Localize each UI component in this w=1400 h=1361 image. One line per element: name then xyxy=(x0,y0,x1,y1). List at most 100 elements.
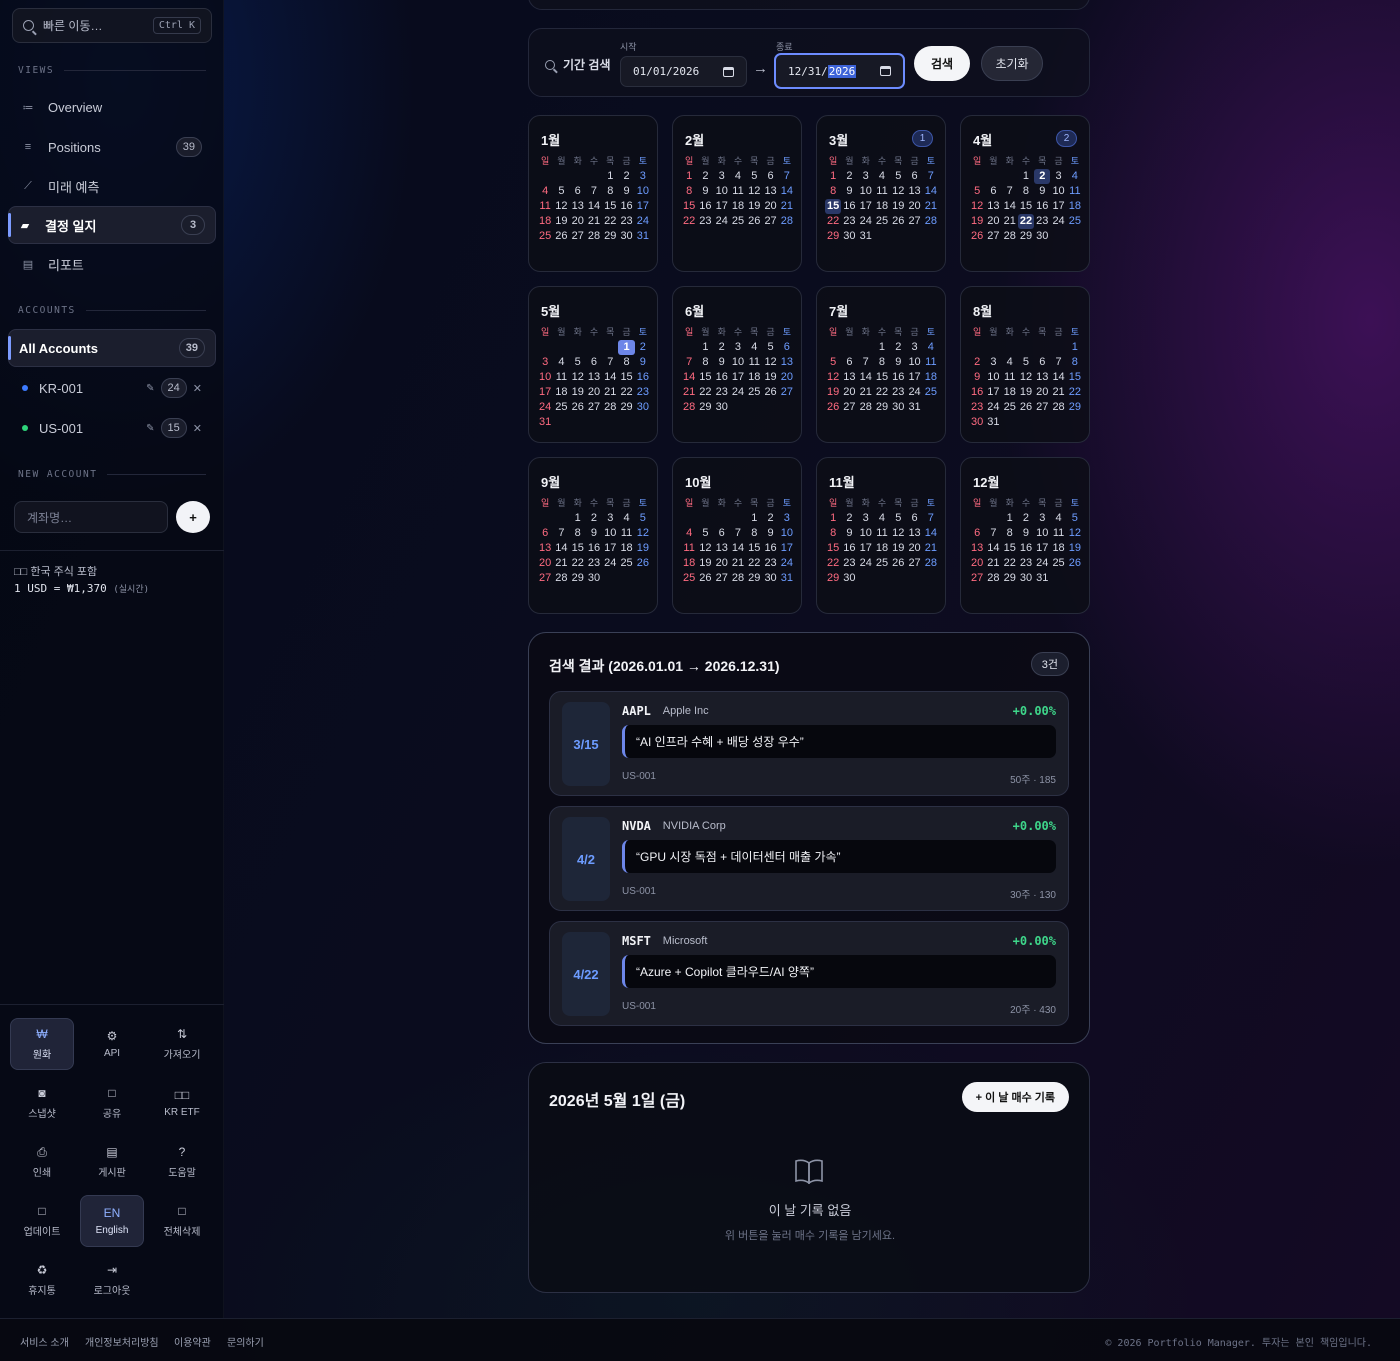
calendar-day[interactable]: 2 xyxy=(890,340,906,355)
calendar-day[interactable]: 28 xyxy=(923,214,939,229)
calendar-day[interactable]: 11 xyxy=(1050,526,1066,541)
calendar-day[interactable]: 7 xyxy=(923,511,939,526)
calendar-day[interactable]: 12 xyxy=(762,355,778,370)
calendar-day[interactable]: 8 xyxy=(570,526,586,541)
calendar-day[interactable]: 22 xyxy=(825,556,841,571)
calendar-day[interactable]: 13 xyxy=(586,370,602,385)
calendar-day[interactable]: 22 xyxy=(874,385,890,400)
calendar-day[interactable]: 21 xyxy=(858,385,874,400)
calendar-day[interactable]: 8 xyxy=(1002,526,1018,541)
calendar-day[interactable]: 26 xyxy=(1067,556,1083,571)
calendar-day[interactable]: 28 xyxy=(1002,229,1018,244)
calendar-day[interactable]: 23 xyxy=(890,385,906,400)
tool-button-help[interactable]: ? 도움말 xyxy=(150,1136,214,1188)
calendar-day[interactable]: 18 xyxy=(730,199,746,214)
calendar-day[interactable]: 13 xyxy=(906,526,922,541)
calendar-day[interactable]: 23 xyxy=(697,214,713,229)
calendar-day[interactable]: 29 xyxy=(874,400,890,415)
calendar-day[interactable]: 18 xyxy=(618,541,634,556)
calendar-day[interactable]: 19 xyxy=(553,214,569,229)
calendar-day[interactable]: 19 xyxy=(635,541,651,556)
calendar-day[interactable]: 12 xyxy=(1067,526,1083,541)
calendar-day[interactable]: 1 xyxy=(681,169,697,184)
calendar-day[interactable]: 25 xyxy=(1002,400,1018,415)
calendar-day[interactable]: 12 xyxy=(1018,370,1034,385)
calendar-day[interactable]: 9 xyxy=(697,184,713,199)
calendar-day[interactable]: 16 xyxy=(635,370,651,385)
footer-link-terms[interactable]: 이용약관 xyxy=(174,1334,211,1349)
calendar-day[interactable]: 16 xyxy=(714,370,730,385)
calendar-day[interactable]: 28 xyxy=(586,229,602,244)
calendar-day[interactable]: 31 xyxy=(635,229,651,244)
calendar-day[interactable]: 20 xyxy=(570,214,586,229)
calendar-day[interactable]: 27 xyxy=(586,400,602,415)
tool-button-gear[interactable]: ⚙ API xyxy=(80,1018,144,1070)
calendar-day[interactable]: 14 xyxy=(553,541,569,556)
calendar-day[interactable]: 9 xyxy=(762,526,778,541)
calendar-day[interactable]: 2 xyxy=(635,340,651,355)
calendar-day[interactable]: 5 xyxy=(890,169,906,184)
calendar-day[interactable]: 15 xyxy=(618,370,634,385)
calendar-day[interactable]: 16 xyxy=(841,199,857,214)
calendar-day[interactable]: 31 xyxy=(906,400,922,415)
calendar-day[interactable]: 5 xyxy=(746,169,762,184)
calendar-day[interactable]: 4 xyxy=(1067,169,1083,184)
quick-search-input[interactable]: 빠른 이동… Ctrl K xyxy=(12,8,212,43)
calendar-day[interactable]: 12 xyxy=(635,526,651,541)
tool-button-logout[interactable]: ⇥ 로그아웃 xyxy=(80,1254,144,1306)
calendar-day[interactable]: 14 xyxy=(681,370,697,385)
calendar-day[interactable]: 24 xyxy=(635,214,651,229)
calendar-day[interactable]: 30 xyxy=(841,229,857,244)
calendar-day[interactable]: 18 xyxy=(537,214,553,229)
calendar-day[interactable]: 31 xyxy=(985,415,1001,430)
calendar-day[interactable]: 17 xyxy=(858,199,874,214)
calendar-day[interactable]: 17 xyxy=(714,199,730,214)
calendar-day[interactable]: 30 xyxy=(618,229,634,244)
edit-icon[interactable]: ✎ xyxy=(146,383,154,394)
calendar-day[interactable]: 30 xyxy=(635,400,651,415)
calendar-day[interactable]: 5 xyxy=(762,340,778,355)
calendar-day[interactable]: 5 xyxy=(1018,355,1034,370)
calendar-day[interactable]: 1 xyxy=(602,169,618,184)
calendar-day[interactable]: 5 xyxy=(635,511,651,526)
calendar-day[interactable]: 4 xyxy=(1050,511,1066,526)
calendar-day[interactable]: 16 xyxy=(969,385,985,400)
calendar-day[interactable]: 1 xyxy=(1067,340,1083,355)
calendar-day[interactable]: 13 xyxy=(1034,370,1050,385)
calendar-day[interactable]: 28 xyxy=(858,400,874,415)
calendar-day[interactable]: 30 xyxy=(1018,571,1034,586)
calendar-day[interactable]: 29 xyxy=(618,400,634,415)
tool-button-print[interactable]: ⎙ 인쇄 xyxy=(10,1136,74,1188)
calendar-day[interactable]: 4 xyxy=(923,340,939,355)
nav-item-decision-journal[interactable]: ▰ 결정 일지 3 xyxy=(8,206,216,244)
calendar-day[interactable]: 17 xyxy=(906,370,922,385)
calendar-day[interactable]: 7 xyxy=(985,526,1001,541)
calendar-day[interactable]: 13 xyxy=(969,541,985,556)
calendar-day[interactable]: 7 xyxy=(923,169,939,184)
calendar-day[interactable]: 9 xyxy=(618,184,634,199)
calendar-day[interactable]: 19 xyxy=(746,199,762,214)
calendar-day[interactable]: 14 xyxy=(923,184,939,199)
calendar-day[interactable]: 20 xyxy=(1034,385,1050,400)
tool-button-won[interactable]: ₩ 원화 xyxy=(10,1018,74,1070)
calendar-day[interactable]: 7 xyxy=(553,526,569,541)
tool-button-delete-all[interactable]: □ 전체삭제 xyxy=(150,1195,214,1247)
search-button[interactable]: 검색 xyxy=(914,46,970,81)
calendar-day[interactable]: 14 xyxy=(1050,370,1066,385)
tool-button-language[interactable]: EN English xyxy=(80,1195,144,1247)
calendar-day[interactable]: 17 xyxy=(779,541,795,556)
calendar-day[interactable]: 30 xyxy=(890,400,906,415)
calendar-day[interactable]: 11 xyxy=(1002,370,1018,385)
calendar-day[interactable]: 29 xyxy=(570,571,586,586)
calendar-day[interactable]: 5 xyxy=(890,511,906,526)
calendar-day[interactable]: 21 xyxy=(1002,214,1018,229)
calendar-day[interactable]: 24 xyxy=(1050,214,1066,229)
calendar-day[interactable]: 4 xyxy=(681,526,697,541)
calendar-day[interactable]: 10 xyxy=(714,184,730,199)
calendar-day[interactable]: 7 xyxy=(681,355,697,370)
calendar-day[interactable]: 13 xyxy=(779,355,795,370)
calendar-day[interactable]: 8 xyxy=(602,184,618,199)
calendar-day[interactable]: 31 xyxy=(1034,571,1050,586)
calendar-day[interactable]: 29 xyxy=(697,400,713,415)
calendar-day[interactable]: 18 xyxy=(1050,541,1066,556)
